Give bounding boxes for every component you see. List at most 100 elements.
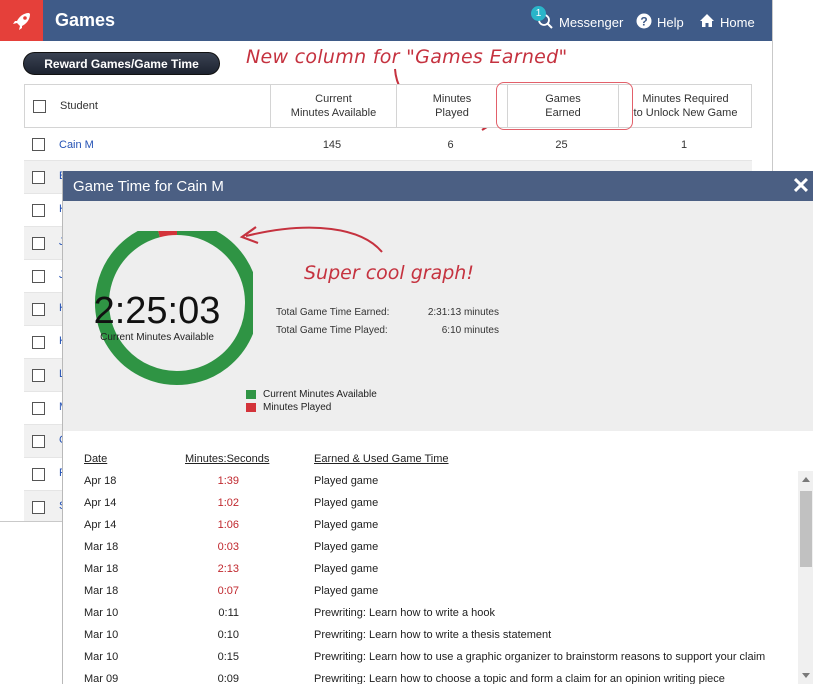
log-row: Mar 10 0:15 Prewriting: Learn how to use a… — [63, 647, 798, 669]
row-checkbox[interactable] — [32, 237, 45, 250]
minutes-available-cell: 145 — [322, 138, 342, 151]
log-row: Mar 18 2:13 Played game — [63, 559, 798, 581]
log-activity: Prewriting: Learn how to write a thesis … — [314, 629, 552, 641]
row-checkbox[interactable] — [32, 270, 45, 283]
log-header-minutes[interactable]: Minutes:Seconds — [185, 453, 269, 465]
log-activity: Prewriting: Learn how to choose a topic … — [314, 673, 725, 684]
log-row: Mar 18 0:07 Played game — [63, 581, 798, 603]
row-checkbox[interactable] — [32, 204, 45, 217]
legend-available-label: Current Minutes Available — [263, 389, 377, 400]
table-header: Student Current Minutes Available Minutes… — [24, 84, 752, 128]
log-activity: Played game — [314, 585, 379, 597]
column-current-minutes-line1: Current — [315, 93, 352, 105]
row-checkbox[interactable] — [32, 336, 45, 349]
log-date: Mar 18 — [84, 585, 119, 597]
row-checkbox[interactable] — [32, 171, 45, 184]
minutes-required-cell: 1 — [680, 138, 688, 151]
reward-games-button[interactable]: Reward Games/Game Time — [23, 52, 220, 75]
log-minutes: 0:15 — [217, 651, 239, 663]
current-minutes-caption: Current Minutes Available — [100, 332, 214, 343]
messenger-label: Messenger — [559, 15, 624, 30]
top-navigation-bar: Games Messenger 1 ? Help Home — [0, 0, 772, 41]
log-date: Mar 10 — [84, 651, 119, 663]
row-checkbox[interactable] — [32, 501, 45, 514]
log-minutes: 1:06 — [217, 519, 239, 531]
log-minutes: 0:09 — [217, 673, 239, 684]
messenger-link[interactable]: Messenger — [536, 13, 623, 32]
rocket-logo-icon[interactable] — [0, 0, 43, 41]
student-name[interactable]: Cain M — [59, 139, 94, 151]
column-current-minutes[interactable]: Current Minutes Available — [270, 85, 396, 127]
home-link[interactable]: Home — [699, 13, 755, 31]
log-scrollbar[interactable] — [798, 471, 813, 684]
log-row: Mar 09 0:09 Prewriting: Learn how to choos… — [63, 669, 798, 684]
log-minutes: 0:03 — [217, 541, 239, 553]
page-title: Games — [55, 10, 116, 30]
table-row[interactable]: Cain M 145 6 25 1 — [24, 128, 752, 161]
games-earned-highlight — [496, 82, 633, 130]
row-checkbox[interactable] — [32, 468, 45, 481]
column-minutes-played-line2: Played — [435, 107, 469, 119]
log-header-activity[interactable]: Earned & Used Game Time — [314, 453, 449, 465]
home-label: Home — [720, 14, 755, 30]
legend-available: Current Minutes Available — [246, 389, 377, 400]
select-all-checkbox[interactable] — [33, 100, 46, 113]
log-minutes: 0:07 — [217, 585, 239, 597]
help-link[interactable]: ? Help — [636, 13, 684, 32]
log-minutes: 0:10 — [217, 629, 239, 641]
earned-value: 2:31:13 minutes — [427, 307, 499, 318]
log-date: Apr 18 — [84, 475, 117, 487]
scroll-thumb[interactable] — [800, 491, 812, 567]
log-row: Mar 18 0:03 Played game — [63, 537, 798, 559]
column-student[interactable]: Student — [50, 85, 270, 127]
help-icon: ? — [636, 13, 652, 32]
svg-text:?: ? — [640, 15, 647, 29]
log-activity: Prewriting: Learn how to write a hook — [314, 607, 495, 619]
column-minutes-played-line1: Minutes — [432, 93, 472, 105]
student-name-link[interactable]: Cain M — [59, 128, 259, 161]
played-label: Total Game Time Played: — [276, 325, 388, 336]
row-checkbox[interactable] — [32, 369, 45, 382]
help-label: Help — [657, 15, 684, 30]
log-activity: Played game — [314, 497, 379, 509]
log-activity: Played game — [314, 519, 379, 531]
log-minutes: 0:11 — [218, 607, 239, 619]
game-time-dialog: Game Time for Cain M ✕ 2:25:03 Current M… — [62, 171, 813, 684]
log-header-date[interactable]: Date — [84, 453, 107, 465]
minutes-played-cell: 6 — [447, 138, 454, 151]
log-activity: Played game — [314, 541, 379, 553]
log-date: Mar 09 — [84, 673, 119, 684]
row-checkbox[interactable] — [32, 402, 45, 415]
log-date: Mar 10 — [84, 607, 119, 619]
games-earned-cell: 25 — [555, 138, 568, 151]
dialog-title: Game Time for Cain M — [73, 178, 224, 195]
log-minutes: 1:02 — [217, 497, 239, 509]
scroll-down-icon[interactable] — [802, 673, 810, 678]
earned-label: Total Game Time Earned: — [276, 307, 390, 318]
log-row: Apr 14 1:06 Played game — [63, 515, 798, 537]
close-icon[interactable]: ✕ — [788, 173, 813, 199]
scroll-up-icon[interactable] — [802, 477, 810, 482]
log-row: Mar 10 0:10 Prewriting: Learn how to write… — [63, 625, 798, 647]
legend-played: Minutes Played — [246, 402, 331, 413]
column-current-minutes-line2: Minutes Available — [290, 107, 377, 119]
current-minutes-readout: 2:25:03 — [93, 290, 221, 332]
row-checkbox[interactable] — [32, 435, 45, 448]
log-row: Apr 14 1:02 Played game — [63, 493, 798, 515]
legend-red-swatch — [246, 403, 256, 412]
legend-played-label: Minutes Played — [263, 402, 332, 413]
log-activity: Prewriting: Learn how to use a graphic o… — [314, 651, 766, 663]
log-date: Mar 10 — [84, 629, 119, 641]
log-activity: Played game — [314, 563, 379, 575]
column-minutes-required[interactable]: Minutes Required to Unlock New Game — [618, 85, 752, 127]
log-activity: Played game — [314, 475, 379, 487]
row-checkbox[interactable] — [32, 138, 45, 151]
column-minutes-played[interactable]: Minutes Played — [396, 85, 507, 127]
home-icon — [699, 13, 715, 31]
column-minutes-required-line2: to Unlock New Game — [633, 107, 738, 119]
log-row: Mar 10 0:11 Prewriting: Learn how to write… — [63, 603, 798, 625]
game-time-summary: 2:25:03 Current Minutes Available Total … — [63, 201, 813, 431]
row-checkbox[interactable] — [32, 303, 45, 316]
played-value: 6:10 minutes — [441, 325, 499, 336]
legend-green-swatch — [246, 390, 256, 399]
